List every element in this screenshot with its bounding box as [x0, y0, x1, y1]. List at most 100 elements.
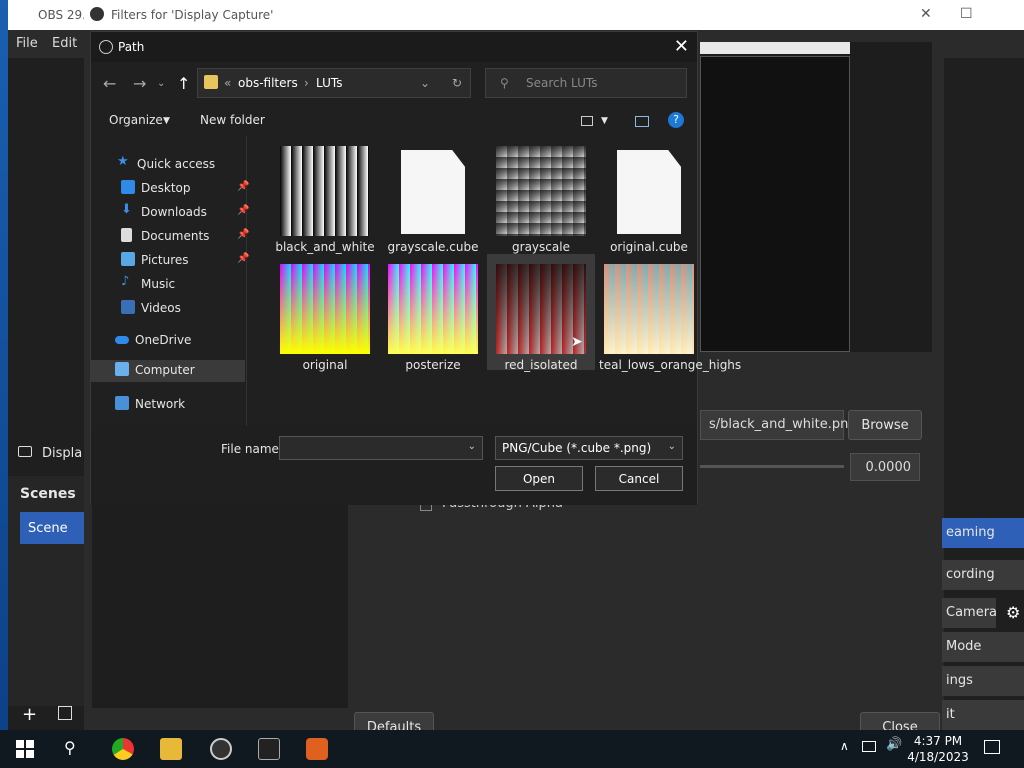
- menu-file[interactable]: File: [16, 36, 38, 51]
- dialog-close-icon[interactable]: ✕: [674, 36, 689, 57]
- file-explorer-icon[interactable]: [160, 738, 182, 760]
- amount-spinbox[interactable]: 0.0000: [850, 453, 920, 481]
- nav-downloads[interactable]: ⬇ Downloads 📌: [121, 202, 249, 224]
- file-item[interactable]: black_and_white: [271, 136, 379, 254]
- nav-desktop[interactable]: Desktop 📌: [121, 178, 249, 200]
- recent-chevron-icon[interactable]: ⌄: [157, 78, 165, 89]
- preview-pane-icon[interactable]: [635, 116, 649, 127]
- download-icon: ⬇: [121, 202, 132, 217]
- desktop-icon: [121, 180, 135, 194]
- close-icon[interactable]: ✕: [920, 6, 932, 22]
- maximize-icon[interactable]: ☐: [960, 6, 973, 22]
- studio-mode-button[interactable]: Mode: [942, 632, 1024, 662]
- chrome-icon[interactable]: [112, 738, 134, 760]
- pin-icon[interactable]: 📌: [237, 205, 249, 216]
- forward-icon[interactable]: →: [133, 74, 146, 93]
- chevron-down-icon[interactable]: ⌄: [468, 441, 476, 452]
- organize-chevron-icon[interactable]: ▼: [163, 116, 170, 126]
- nav-computer[interactable]: Computer: [91, 360, 245, 382]
- dialog-toolbar: Organize ▼ New folder ▼: [91, 108, 697, 136]
- lut-thumbnail: [388, 264, 478, 354]
- windows-start-icon[interactable]: [16, 740, 34, 758]
- chevron-down-icon[interactable]: ⌄: [668, 441, 676, 452]
- file-item[interactable]: posterize: [379, 254, 487, 372]
- refresh-icon[interactable]: ↻: [452, 76, 462, 90]
- lut-thumbnail: [280, 264, 370, 354]
- chevron-up-icon[interactable]: ∧: [840, 739, 849, 753]
- star-icon: ★: [117, 154, 129, 169]
- file-type-value: PNG/Cube (*.cube *.png): [502, 441, 652, 455]
- start-recording-button[interactable]: cording: [942, 560, 1024, 590]
- file-type-select[interactable]: PNG/Cube (*.cube *.png) ⌄: [495, 436, 683, 460]
- scene-item[interactable]: Scene: [20, 512, 90, 544]
- file-list: black_and_white grayscale.cube grayscale…: [251, 136, 741, 426]
- up-icon[interactable]: ↑: [177, 74, 190, 93]
- search-icon[interactable]: ⚲: [64, 738, 76, 757]
- breadcrumb-obs-filters[interactable]: obs-filters: [238, 76, 298, 90]
- pin-icon[interactable]: 📌: [237, 229, 249, 240]
- file-name-input[interactable]: ⌄: [279, 436, 483, 460]
- nav-documents[interactable]: Documents 📌: [121, 226, 249, 248]
- address-dropdown-icon[interactable]: ⌄: [420, 76, 430, 90]
- volume-icon[interactable]: 🔊: [886, 737, 902, 752]
- gear-icon[interactable]: ⚙: [1006, 603, 1020, 622]
- back-icon[interactable]: ←: [103, 74, 116, 93]
- network-icon[interactable]: [862, 741, 876, 752]
- organize-button[interactable]: Organize: [109, 113, 163, 127]
- file-item[interactable]: original: [271, 254, 379, 372]
- settings-button[interactable]: ings: [942, 666, 1024, 696]
- view-options-icon[interactable]: [581, 116, 593, 126]
- help-icon[interactable]: ?: [668, 112, 684, 128]
- add-scene-icon[interactable]: +: [22, 704, 37, 725]
- menu-edit[interactable]: Edit: [52, 36, 77, 51]
- file-item[interactable]: grayscale: [487, 136, 595, 254]
- path-field[interactable]: s/black_and_white.png: [700, 410, 857, 440]
- breadcrumb-luts[interactable]: LUTs: [316, 76, 342, 90]
- nav-quick-access[interactable]: ★ Quick access: [117, 154, 247, 176]
- taskbar-clock[interactable]: 4:37 PM 4/18/2023: [906, 733, 970, 765]
- cloud-icon: [115, 336, 129, 344]
- exit-button[interactable]: it: [942, 700, 1024, 730]
- clock-date: 4/18/2023: [907, 750, 969, 764]
- clock-time: 4:37 PM: [913, 734, 963, 748]
- file-item[interactable]: grayscale.cube: [379, 136, 487, 254]
- scenes-panel: [8, 476, 90, 706]
- view-chevron-icon[interactable]: ▼: [601, 116, 608, 126]
- nav-videos[interactable]: Videos: [121, 298, 247, 320]
- open-button[interactable]: Open: [495, 466, 583, 491]
- delete-scene-icon[interactable]: [58, 706, 72, 720]
- pin-icon[interactable]: 📌: [237, 253, 249, 264]
- virtual-camera-button[interactable]: Camera: [942, 598, 997, 628]
- file-item-selected[interactable]: red_isolated: [487, 254, 595, 372]
- browse-button[interactable]: Browse: [848, 410, 922, 440]
- source-icon: [18, 446, 32, 457]
- nav-network[interactable]: Network: [115, 394, 247, 416]
- source-row[interactable]: Displa: [12, 442, 92, 464]
- music-icon: ♪: [121, 274, 130, 289]
- search-box[interactable]: ⚲ Search LUTs: [485, 68, 687, 98]
- source-label: Displa: [42, 446, 83, 461]
- start-streaming-button[interactable]: eaming: [942, 518, 1024, 548]
- filters-title: Filters for 'Display Capture': [111, 8, 274, 22]
- videos-icon: [121, 300, 135, 314]
- file-item[interactable]: original.cube: [595, 136, 703, 254]
- file-item[interactable]: teal_lows_orange_highs: [595, 254, 741, 372]
- app-icon[interactable]: [306, 738, 328, 760]
- cancel-button[interactable]: Cancel: [595, 466, 683, 491]
- nav-onedrive[interactable]: OneDrive: [115, 330, 247, 352]
- new-folder-button[interactable]: New folder: [200, 113, 265, 127]
- address-bar[interactable]: « obs-filters › LUTs ⌄ ↻: [197, 68, 471, 98]
- obs-icon[interactable]: [210, 738, 232, 760]
- breadcrumb-separator-icon: ›: [304, 76, 309, 90]
- pin-icon[interactable]: 📌: [237, 181, 249, 192]
- file-name-label: File name:: [221, 442, 283, 456]
- amount-slider[interactable]: [700, 465, 844, 468]
- obs-logo-icon: [99, 40, 113, 54]
- terminal-icon[interactable]: [258, 738, 280, 760]
- taskbar: ⚲ ∧ 🔊 4:37 PM 4/18/2023: [0, 730, 1024, 768]
- breadcrumb-overflow[interactable]: «: [224, 76, 231, 90]
- notifications-icon[interactable]: [984, 740, 1000, 754]
- nav-music[interactable]: ♪ Music: [121, 274, 247, 296]
- nav-pictures[interactable]: Pictures 📌: [121, 250, 249, 272]
- preview-image: [700, 56, 850, 352]
